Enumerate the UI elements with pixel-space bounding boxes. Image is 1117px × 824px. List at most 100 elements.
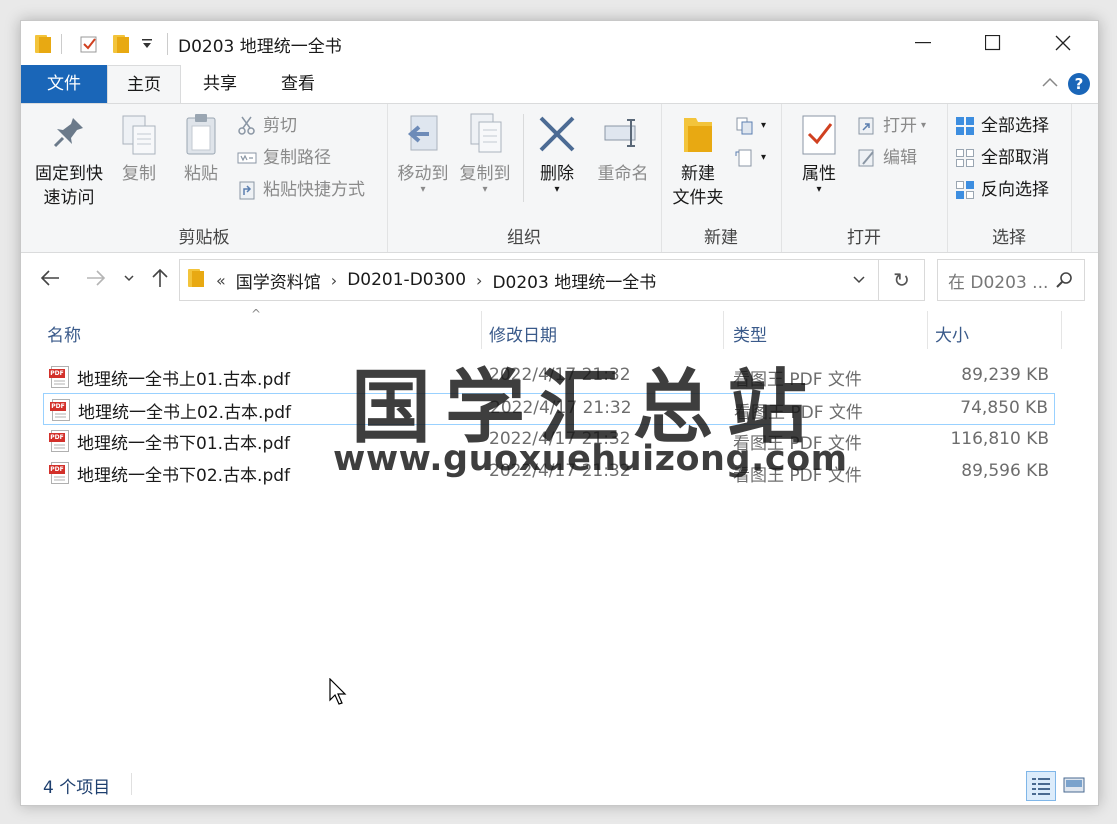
file-size: 89,239 KB [961,365,1049,385]
search-placeholder: 在 D0203 ... [948,272,1049,293]
navigation-bar: « 国学资料馆 › D0201-D0300 › D0203 地理统一全书 ↻ 在… [21,253,1098,309]
rename-icon [603,112,643,158]
copy-path-label: 复制路径 [263,148,331,168]
ribbon-tabs: 文件 主页 共享 查看 [21,65,1098,103]
close-button[interactable] [1028,21,1098,65]
delete-label: 删除 [540,164,574,184]
move-to-button[interactable]: 移动到 ▾ [393,112,453,195]
recent-locations-chevron-icon[interactable] [123,267,135,294]
tab-home[interactable]: 主页 [107,65,181,103]
move-to-label: 移动到 [397,164,449,184]
cut-button[interactable]: 剪切 [237,112,297,140]
watermark-url: www.guoxuehuizong.com [333,439,848,479]
breadcrumb-item[interactable]: D0201-D0300 [347,270,466,290]
customize-quick-access-icon[interactable] [141,33,153,55]
edit-label: 编辑 [883,148,917,168]
invert-selection-button[interactable]: 反向选择 [955,176,1049,204]
organize-divider [523,114,524,202]
open-button[interactable]: 打开 ▾ [857,112,926,140]
new-item-dropdown-icon: ▾ [761,120,767,131]
properties-label: 属性 [802,164,836,184]
up-arrow-icon[interactable] [149,267,171,294]
tab-file[interactable]: 文件 [21,65,107,103]
window-title: D0203 地理统一全书 [178,37,342,57]
invert-selection-icon [955,180,975,200]
delete-dropdown-icon: ▾ [554,184,560,195]
column-header-name[interactable]: 名称 [47,321,81,346]
open-group-label: 打开 [847,228,881,248]
search-box[interactable]: 在 D0203 ... [937,259,1085,301]
column-divider[interactable] [927,311,928,349]
paste-button[interactable]: 粘贴 [173,112,229,186]
large-icons-view-icon[interactable] [1060,771,1090,801]
column-header-size[interactable]: 大小 [935,321,969,346]
breadcrumb-chevron-icon[interactable]: › [476,271,482,290]
file-name: 地理统一全书下02.古本.pdf [77,466,291,486]
delete-button[interactable]: 删除 ▾ [529,112,585,195]
properties-dropdown-icon: ▾ [816,184,822,195]
pin-label-line1: 固定到快 [35,164,103,184]
maximize-button[interactable] [958,21,1028,65]
status-bar: 4 个项目 [21,765,1098,805]
address-folder-icon [188,268,204,292]
forward-arrow-icon[interactable] [85,267,107,294]
pin-icon [49,112,89,158]
item-count: 4 个项目 [43,778,111,798]
edit-icon [857,148,877,168]
column-divider[interactable] [1061,311,1062,349]
tab-share[interactable]: 共享 [181,65,259,103]
new-folder-quick-icon[interactable] [113,33,129,55]
select-all-button[interactable]: 全部选择 [955,112,1049,140]
pin-quick-access-button[interactable]: 固定到快 速访问 [31,112,107,210]
group-new: 新建 文件夹 ▾ ▾ 新建 [661,104,782,252]
address-bar[interactable]: « 国学资料馆 › D0201-D0300 › D0203 地理统一全书 [179,259,879,301]
status-divider [131,773,132,795]
pin-label-line2: 速访问 [43,188,95,208]
rename-button[interactable]: 重命名 [591,112,655,186]
open-label: 打开 [883,116,917,136]
copy-button[interactable]: 复制 [111,112,167,186]
explorer-window: D0203 地理统一全书 文件 主页 共享 查看 ? 固定到快 速访问 复制 粘… [20,20,1099,806]
clipboard-group-label: 剪贴板 [178,228,230,248]
breadcrumb-chevron-icon[interactable]: › [331,271,337,290]
folder-icon [35,33,51,55]
pdf-file-icon: PDF [49,462,71,484]
copy-to-button[interactable]: 复制到 ▾ [455,112,515,195]
open-icon [857,116,877,136]
paste-shortcut-button[interactable]: 粘贴快捷方式 [237,176,365,204]
copy-icon [119,112,159,158]
new-folder-label-line1: 新建 [681,164,715,184]
tab-view[interactable]: 查看 [259,65,337,103]
collapse-ribbon-icon[interactable] [1042,71,1058,92]
open-dropdown-icon: ▾ [921,120,927,131]
details-view-icon[interactable] [1026,771,1056,801]
minimize-button[interactable] [888,21,958,65]
title-bar: D0203 地理统一全书 [21,21,1098,65]
back-arrow-icon[interactable] [39,267,61,294]
copy-path-button[interactable]: 复制路径 [237,144,331,172]
new-folder-button[interactable]: 新建 文件夹 [665,112,731,210]
clipboard-icon [181,112,221,158]
cut-label: 剪切 [263,116,297,136]
breadcrumb-item[interactable]: 国学资料馆 [236,268,321,293]
new-group-label: 新建 [704,228,738,248]
file-name: 地理统一全书下01.古本.pdf [77,434,291,454]
address-dropdown-icon[interactable] [852,270,866,295]
easy-access-button[interactable]: ▾ [735,144,766,172]
properties-button[interactable]: 属性 ▾ [791,112,847,195]
address-overflow[interactable]: « [216,271,226,290]
new-item-button[interactable]: ▾ [735,112,766,140]
properties-quick-icon[interactable] [79,33,99,55]
breadcrumb-item[interactable]: D0203 地理统一全书 [492,268,656,293]
invert-selection-label: 反向选择 [981,180,1049,200]
group-organize: 移动到 ▾ 复制到 ▾ 删除 ▾ 重命名 组织 [387,104,662,252]
new-folder-label-line2: 文件夹 [672,188,724,208]
help-icon[interactable]: ? [1068,73,1090,95]
scissors-icon [237,116,257,136]
select-none-button[interactable]: 全部取消 [955,144,1049,172]
refresh-icon[interactable]: ↻ [879,259,925,301]
new-folder-icon [678,112,718,158]
edit-button[interactable]: 编辑 [857,144,917,172]
copy-to-dropdown-icon: ▾ [482,184,488,195]
paste-shortcut-icon [237,180,257,200]
